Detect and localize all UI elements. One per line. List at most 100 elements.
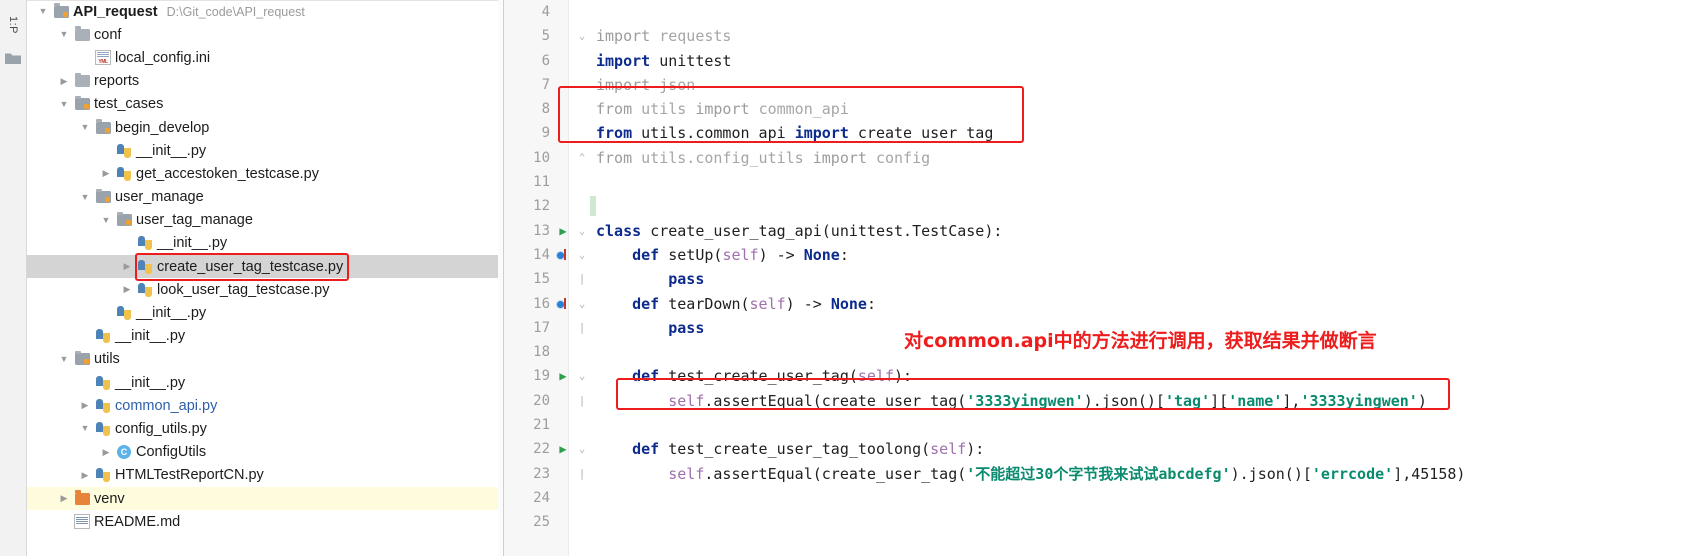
code-fold-icon[interactable]: ⌃ <box>576 146 588 170</box>
tree-item-htmltestreportcn-py[interactable]: ▶ HTMLTestReportCN.py <box>27 464 503 487</box>
code-text[interactable]: from utils.common_api import create_user… <box>596 121 993 145</box>
tree-item-get-accestoken-testcase-py[interactable]: ▶ get_accestoken_testcase.py <box>27 162 503 185</box>
code-text[interactable]: self.assertEqual(create_user_tag('3333yi… <box>596 389 1427 413</box>
code-line[interactable]: 4 <box>504 0 1699 24</box>
code-line[interactable]: 24 <box>504 486 1699 510</box>
chevron-down-icon[interactable]: ▼ <box>77 123 93 132</box>
code-text[interactable]: pass <box>596 267 704 291</box>
line-number[interactable]: 12 <box>504 194 550 218</box>
line-number[interactable]: 7 <box>504 73 550 97</box>
tree-item-conf[interactable]: ▼ conf <box>27 23 503 46</box>
code-line[interactable]: 23 | self.assertEqual(create_user_tag('不能… <box>504 462 1699 486</box>
tree-item-user-tag-manage[interactable]: ▼ user_tag_manage <box>27 209 503 232</box>
code-line[interactable]: 11 <box>504 170 1699 194</box>
line-number[interactable]: 21 <box>504 413 550 437</box>
tree-item-api-request[interactable]: ▼ API_request D:\Git_code\API_request <box>27 0 503 23</box>
code-text[interactable]: from utils.config_utils import config <box>596 146 930 170</box>
tree-item--init-py[interactable]: __init__.py <box>27 371 503 394</box>
chevron-right-icon[interactable]: ▶ <box>56 494 72 503</box>
code-line[interactable]: 21 <box>504 413 1699 437</box>
line-number[interactable]: 19 <box>504 364 550 388</box>
code-line[interactable]: 12 <box>504 194 1699 218</box>
tree-item-look-user-tag-testcase-py[interactable]: ▶ look_user_tag_testcase.py <box>27 278 503 301</box>
tree-item-begin-develop[interactable]: ▼ begin_develop <box>27 116 503 139</box>
code-text[interactable]: def test_create_user_tag_toolong(self): <box>596 437 984 461</box>
chevron-right-icon[interactable]: ▶ <box>98 447 114 457</box>
chevron-down-icon[interactable]: ▼ <box>56 354 72 364</box>
line-number[interactable]: 9 <box>504 121 550 145</box>
code-fold-icon[interactable]: ⌄ <box>576 219 588 243</box>
run-test-icon[interactable]: ▶ <box>556 364 570 389</box>
folder-icon[interactable] <box>5 52 21 65</box>
tree-item--init-py[interactable]: __init__.py <box>27 139 503 162</box>
tree-item-common-api-py[interactable]: ▶ common_api.py <box>27 394 503 417</box>
tree-item-user-manage[interactable]: ▼ user_manage <box>27 186 503 209</box>
code-line[interactable]: 8 from utils import common_api <box>504 97 1699 121</box>
code-line[interactable]: 15 | pass <box>504 267 1699 291</box>
line-number[interactable]: 13 <box>504 219 550 243</box>
code-fold-icon[interactable]: | <box>576 267 588 291</box>
tree-item-reports[interactable]: ▶ reports <box>27 70 503 93</box>
run-test-icon[interactable]: ▶ <box>556 219 570 244</box>
chevron-down-icon[interactable]: ▼ <box>77 192 93 202</box>
override-method-icon[interactable] <box>556 243 570 267</box>
code-text[interactable]: import unittest <box>596 49 731 73</box>
line-number[interactable]: 14 <box>504 243 550 267</box>
code-fold-icon[interactable]: ⌄ <box>576 437 588 461</box>
code-lines[interactable]: 4 5 ⌄ import requests 6 import unittest 7 impor… <box>504 0 1699 535</box>
line-number[interactable]: 17 <box>504 316 550 340</box>
code-line[interactable]: 22 ▶ ⌄ def test_create_user_tag_toolong(se… <box>504 437 1699 461</box>
chevron-down-icon[interactable]: ▼ <box>56 30 72 39</box>
chevron-right-icon[interactable]: ▶ <box>119 285 135 294</box>
code-text[interactable]: import json <box>596 73 695 97</box>
tree-item-create-user-tag-testcase-py[interactable]: ▶ create_user_tag_testcase.py <box>27 255 503 279</box>
chevron-right-icon[interactable]: ▶ <box>56 76 72 86</box>
code-fold-icon[interactable]: ⌄ <box>576 364 588 388</box>
code-line[interactable]: 7 import json <box>504 73 1699 97</box>
tree-item-local-config-ini[interactable]: local_config.ini <box>27 46 503 69</box>
code-text[interactable]: def test_create_user_tag(self): <box>596 364 912 388</box>
line-number[interactable]: 20 <box>504 389 550 413</box>
code-line[interactable]: 5 ⌄ import requests <box>504 24 1699 48</box>
code-line[interactable]: 20 | self.assertEqual(create_user_tag('33… <box>504 389 1699 413</box>
line-number[interactable]: 11 <box>504 170 550 194</box>
line-number[interactable]: 10 <box>504 146 550 170</box>
code-line[interactable]: 9 from utils.common_api import create_use… <box>504 121 1699 145</box>
code-text[interactable]: import requests <box>596 24 731 48</box>
code-fold-icon[interactable]: ⌄ <box>576 292 588 316</box>
code-text[interactable]: def setUp(self) -> None: <box>596 243 849 267</box>
line-number[interactable]: 18 <box>504 340 550 364</box>
line-number[interactable]: 6 <box>504 49 550 73</box>
tree-item-test-cases[interactable]: ▼ test_cases <box>27 93 503 116</box>
code-fold-icon[interactable]: ⌄ <box>576 243 588 267</box>
tree-item-readme-md[interactable]: README.md <box>27 510 503 533</box>
tree-item-configutils[interactable]: ▶ C ConfigUtils <box>27 441 503 464</box>
code-line[interactable]: 10 ⌃ from utils.config_utils import config <box>504 146 1699 170</box>
chevron-right-icon[interactable]: ▶ <box>77 470 93 480</box>
tree-item--init-py[interactable]: __init__.py <box>27 301 503 324</box>
tree-item--init-py[interactable]: __init__.py <box>27 325 503 348</box>
line-number[interactable]: 5 <box>504 24 550 48</box>
line-number[interactable]: 16 <box>504 292 550 316</box>
chevron-right-icon[interactable]: ▶ <box>119 262 135 271</box>
code-text[interactable]: pass <box>596 316 704 340</box>
line-number[interactable]: 8 <box>504 97 550 121</box>
tree-item-venv[interactable]: ▶ venv <box>27 486 503 511</box>
line-number[interactable]: 25 <box>504 510 550 534</box>
line-number[interactable]: 4 <box>504 0 550 24</box>
code-line[interactable]: 19 ▶ ⌄ def test_create_user_tag(self): <box>504 364 1699 388</box>
tree-item-utils[interactable]: ▼ utils <box>27 348 503 371</box>
tree-item--init-py[interactable]: __init__.py <box>27 232 503 255</box>
code-text[interactable]: def tearDown(self) -> None: <box>596 292 876 316</box>
code-line[interactable]: 14 ⌄ def setUp(self) -> None: <box>504 243 1699 267</box>
code-line[interactable]: 6 import unittest <box>504 49 1699 73</box>
code-fold-icon[interactable]: | <box>576 316 588 340</box>
code-fold-icon[interactable]: | <box>576 462 588 486</box>
line-number[interactable]: 15 <box>504 267 550 291</box>
tree-item-config-utils-py[interactable]: ▼ config_utils.py <box>27 417 503 440</box>
chevron-right-icon[interactable]: ▶ <box>98 169 114 178</box>
code-line[interactable]: 16 ⌄ def tearDown(self) -> None: <box>504 292 1699 316</box>
run-test-icon[interactable]: ▶ <box>556 437 570 462</box>
code-text[interactable]: class create_user_tag_api(unittest.TestC… <box>596 219 1002 243</box>
code-line[interactable]: 25 <box>504 510 1699 534</box>
